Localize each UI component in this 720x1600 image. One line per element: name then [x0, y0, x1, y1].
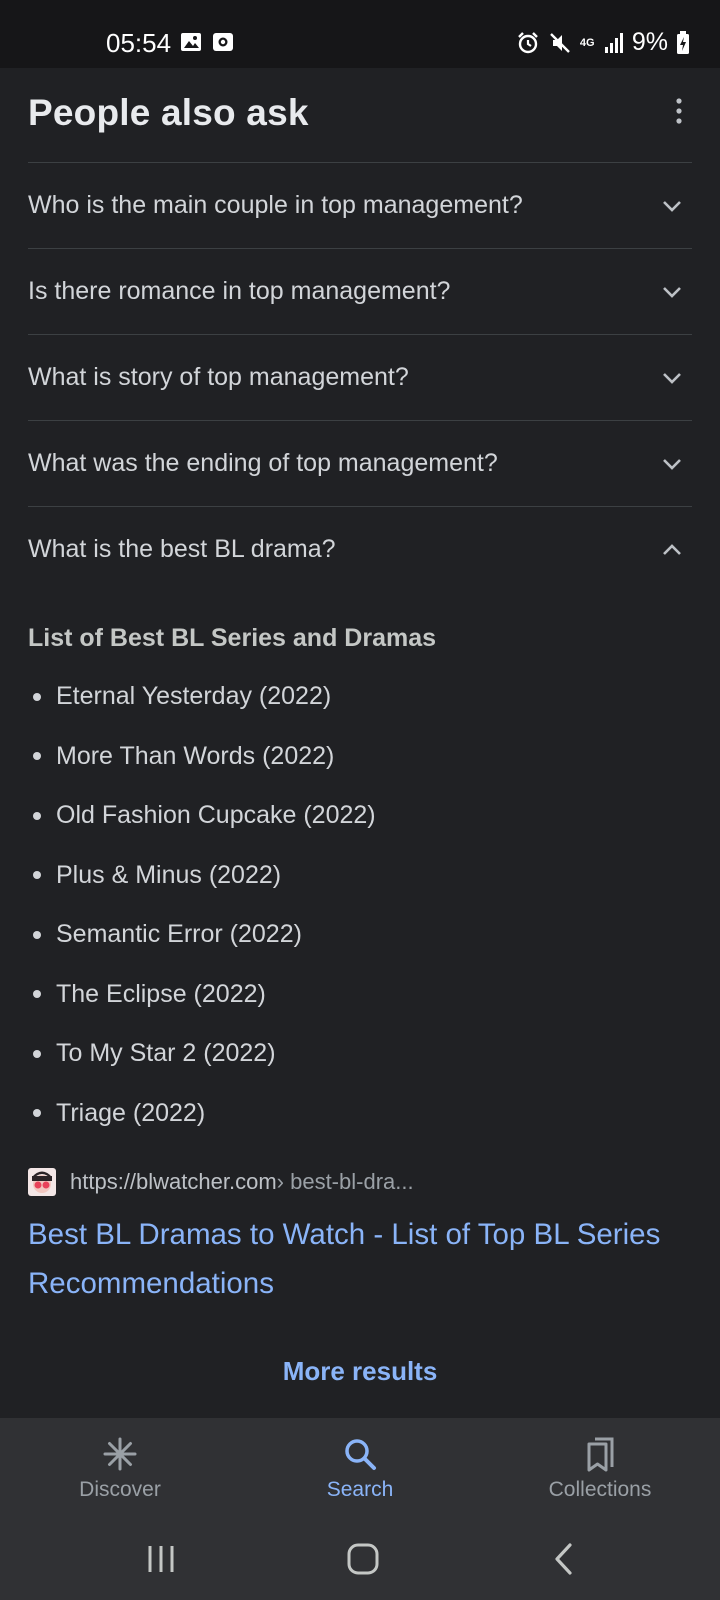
paa-question[interactable]: Who is the main couple in top management…	[28, 162, 692, 248]
chevron-down-icon	[663, 286, 681, 298]
paa-question-text: What is story of top management?	[28, 363, 409, 391]
bullet	[33, 990, 41, 999]
status-bar: 05:54 4G 9%	[0, 0, 720, 68]
list-item: More Than Words (2022)	[28, 727, 692, 787]
bullet	[33, 871, 41, 880]
paa-question-text: What was the ending of top management?	[28, 449, 498, 477]
list-item-text: Old Fashion Cupcake (2022)	[56, 801, 376, 830]
paa-title: People also ask	[28, 92, 309, 133]
list-item-text: The Eclipse (2022)	[56, 979, 266, 1008]
list-item: The Eclipse (2022)	[28, 965, 692, 1025]
network-type: 4G	[579, 36, 595, 49]
list-item: To My Star 2 (2022)	[28, 1024, 692, 1084]
source-url: https://blwatcher.com	[70, 1169, 277, 1194]
search-icon	[345, 1439, 376, 1470]
tab-search[interactable]: Search	[240, 1418, 480, 1520]
tab-label: Search	[326, 1478, 394, 1501]
list-item: Triage (2022)	[28, 1084, 692, 1144]
list-item-text: Semantic Error (2022)	[56, 920, 302, 949]
system-nav-bar	[0, 1520, 720, 1600]
chevron-down-icon	[663, 372, 681, 384]
result-source[interactable]: https://blwatcher.com › best-bl-dra...	[28, 1168, 692, 1196]
chevron-up-icon	[663, 543, 681, 555]
bullet	[33, 811, 41, 820]
list-item-text: More Than Words (2022)	[56, 741, 335, 770]
tab-label: Collections	[548, 1478, 652, 1501]
more-results-button[interactable]: More results	[0, 1356, 720, 1387]
more-options-icon[interactable]	[672, 96, 686, 126]
list-item: Old Fashion Cupcake (2022)	[28, 786, 692, 846]
bullet	[33, 752, 41, 761]
recent-apps-icon[interactable]	[144, 1542, 178, 1576]
answer-list: Eternal Yesterday (2022) More Than Words…	[28, 667, 692, 1143]
answer-heading: List of Best BL Series and Dramas	[28, 624, 437, 652]
paa-question-text: Is there romance in top management?	[28, 277, 451, 305]
paa-question[interactable]: What is story of top management?	[28, 334, 692, 420]
battery-percent: 9%	[631, 28, 668, 56]
list-item-text: Eternal Yesterday (2022)	[56, 682, 332, 711]
bullet	[33, 1109, 41, 1118]
list-item: Semantic Error (2022)	[28, 905, 692, 965]
list-item-text: Plus & Minus (2022)	[56, 860, 282, 889]
status-right: 4G 9%	[516, 28, 690, 57]
home-icon[interactable]	[346, 1542, 380, 1576]
search-results-content: People also ask Who is the main couple i…	[0, 68, 720, 1418]
paa-question-expanded[interactable]: What is the best BL drama?	[28, 506, 692, 592]
collections-icon	[587, 1437, 614, 1472]
alarm-icon	[518, 31, 538, 53]
battery-charging-icon	[677, 30, 689, 54]
paa-question-text: What is the best BL drama?	[28, 535, 336, 563]
paa-answer: List of Best BL Series and Dramas Eterna…	[28, 624, 692, 1143]
paa-question[interactable]: Is there romance in top management?	[28, 248, 692, 334]
site-favicon	[28, 1168, 56, 1196]
list-item: Eternal Yesterday (2022)	[28, 667, 692, 727]
paa-question-list: Who is the main couple in top management…	[28, 162, 692, 592]
result-title-link[interactable]: Best BL Dramas to Watch - List of Top BL…	[28, 1210, 698, 1308]
chevron-down-icon	[663, 200, 681, 212]
list-item: Plus & Minus (2022)	[28, 846, 692, 906]
status-time: 05:54	[106, 28, 172, 58]
back-icon[interactable]	[548, 1542, 582, 1576]
paa-header: People also ask	[28, 92, 692, 152]
source-path: › best-bl-dra...	[276, 1169, 414, 1194]
list-item-text: Triage (2022)	[56, 1098, 206, 1127]
discover-icon	[103, 1437, 137, 1471]
mute-icon	[550, 32, 570, 53]
paa-question-text: Who is the main couple in top management…	[28, 191, 523, 219]
list-item-text: To My Star 2 (2022)	[56, 1039, 276, 1068]
tab-label: Discover	[79, 1478, 161, 1501]
tab-discover[interactable]: Discover	[0, 1418, 240, 1520]
bullet	[33, 930, 41, 939]
chevron-down-icon	[663, 458, 681, 470]
signal-icon	[604, 32, 623, 53]
paa-question[interactable]: What was the ending of top management?	[28, 420, 692, 506]
bottom-nav: Discover Search Collections	[0, 1418, 720, 1520]
image-icon	[181, 33, 201, 51]
bullet	[33, 692, 41, 701]
screenshot-icon	[213, 33, 233, 51]
tab-collections[interactable]: Collections	[480, 1418, 720, 1520]
bullet	[33, 1049, 41, 1058]
